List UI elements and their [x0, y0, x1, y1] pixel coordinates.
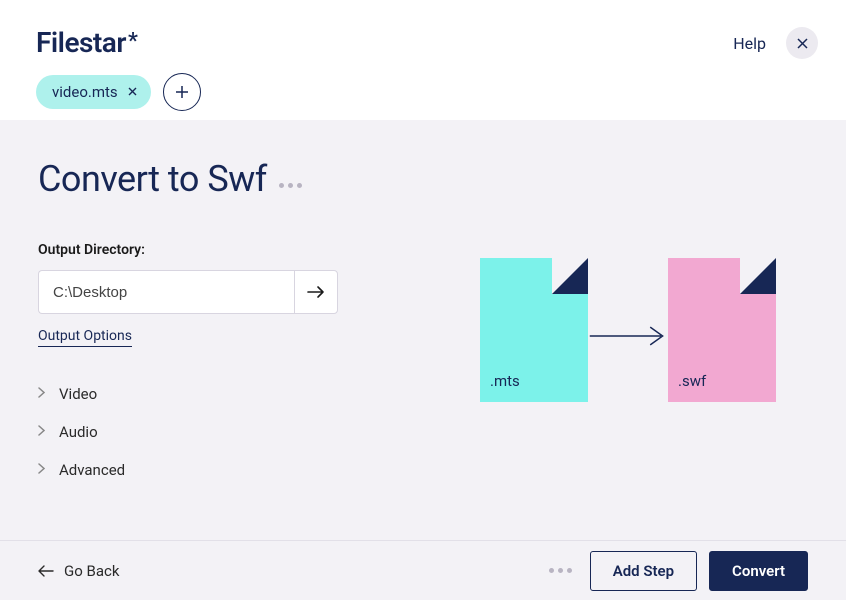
file-chip[interactable]: video.mts — [36, 75, 151, 109]
accordion-label: Audio — [59, 423, 98, 441]
output-directory-label: Output Directory: — [38, 242, 448, 258]
chevron-right-icon — [38, 387, 45, 401]
options-accordion: Video Audio Advanced — [38, 375, 448, 489]
logo-star-icon: * — [128, 29, 137, 54]
header: Filestar* Help video.mts — [0, 0, 846, 120]
accordion-item-advanced[interactable]: Advanced — [38, 451, 448, 489]
accordion-label: Video — [59, 385, 97, 403]
accordion-label: Advanced — [59, 461, 125, 479]
go-back-button[interactable]: Go Back — [38, 562, 119, 580]
close-icon — [797, 38, 808, 49]
chevron-right-icon — [38, 425, 45, 439]
remove-chip-button[interactable] — [128, 85, 137, 100]
add-step-button[interactable]: Add Step — [590, 551, 697, 591]
browse-directory-button[interactable] — [294, 270, 338, 314]
illustration-column: .mts .swf — [448, 158, 808, 540]
plus-icon — [175, 85, 189, 99]
close-button[interactable] — [786, 27, 818, 59]
file-chip-label: video.mts — [52, 83, 118, 101]
source-file-ext: .mts — [490, 372, 520, 390]
arrow-right-icon — [307, 285, 325, 299]
title-more-button[interactable] — [279, 183, 302, 188]
add-file-button[interactable] — [163, 73, 201, 111]
chevron-right-icon — [38, 463, 45, 477]
app-logo: Filestar* — [36, 26, 810, 59]
go-back-label: Go Back — [64, 562, 119, 580]
output-directory-row — [38, 270, 338, 314]
page-title: Convert to Swf — [38, 158, 267, 200]
accordion-item-audio[interactable]: Audio — [38, 413, 448, 451]
source-file-icon: .mts — [480, 258, 588, 402]
left-column: Convert to Swf Output Directory: Output … — [38, 158, 448, 540]
footer-more-button[interactable] — [549, 568, 572, 573]
accordion-item-video[interactable]: Video — [38, 375, 448, 413]
title-row: Convert to Swf — [38, 158, 448, 200]
output-directory-input[interactable] — [38, 270, 294, 314]
help-link[interactable]: Help — [733, 34, 766, 53]
footer: Go Back Add Step Convert — [0, 540, 846, 600]
main-panel: Convert to Swf Output Directory: Output … — [0, 120, 846, 540]
arrow-left-icon — [38, 565, 54, 577]
logo-text: Filestar — [36, 26, 126, 59]
conversion-illustration: .mts .swf — [480, 258, 776, 402]
close-icon — [128, 87, 137, 96]
convert-button[interactable]: Convert — [709, 551, 808, 591]
target-file-ext: .swf — [678, 372, 706, 390]
file-chips-row: video.mts — [36, 73, 810, 111]
arrow-right-icon — [588, 324, 668, 348]
output-options-link[interactable]: Output Options — [38, 328, 132, 347]
target-file-icon: .swf — [668, 258, 776, 402]
